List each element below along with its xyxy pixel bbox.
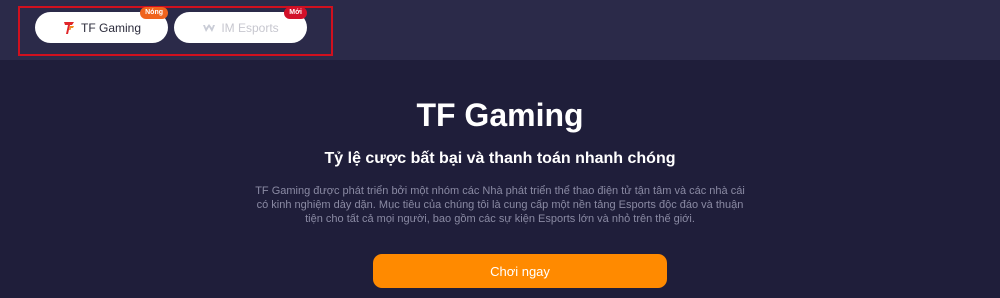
tab-tf-gaming-label: TF Gaming bbox=[80, 20, 141, 35]
new-badge: Mới bbox=[284, 7, 307, 19]
im-esports-logo-icon bbox=[202, 21, 216, 35]
provider-tab-bar: TF Gaming Nóng IM Esports Mới bbox=[0, 0, 1000, 60]
tab-im-esports[interactable]: IM Esports Mới bbox=[174, 7, 307, 43]
description-text: TF Gaming được phát triển bởi một nhóm c… bbox=[255, 185, 745, 225]
play-now-button[interactable]: Chơi ngay bbox=[373, 254, 667, 288]
page-subtitle: Tỷ lệ cược bất bại và thanh toán nhanh c… bbox=[324, 150, 676, 167]
page-title: TF Gaming bbox=[416, 97, 584, 133]
tf-gaming-logo-icon bbox=[62, 21, 76, 35]
tab-im-esports-label: IM Esports bbox=[221, 20, 279, 35]
hero-section: TF Gaming Tỷ lệ cược bất bại và thanh to… bbox=[0, 60, 1000, 298]
hot-badge: Nóng bbox=[140, 7, 168, 19]
tab-tf-gaming[interactable]: TF Gaming Nóng bbox=[35, 7, 168, 43]
